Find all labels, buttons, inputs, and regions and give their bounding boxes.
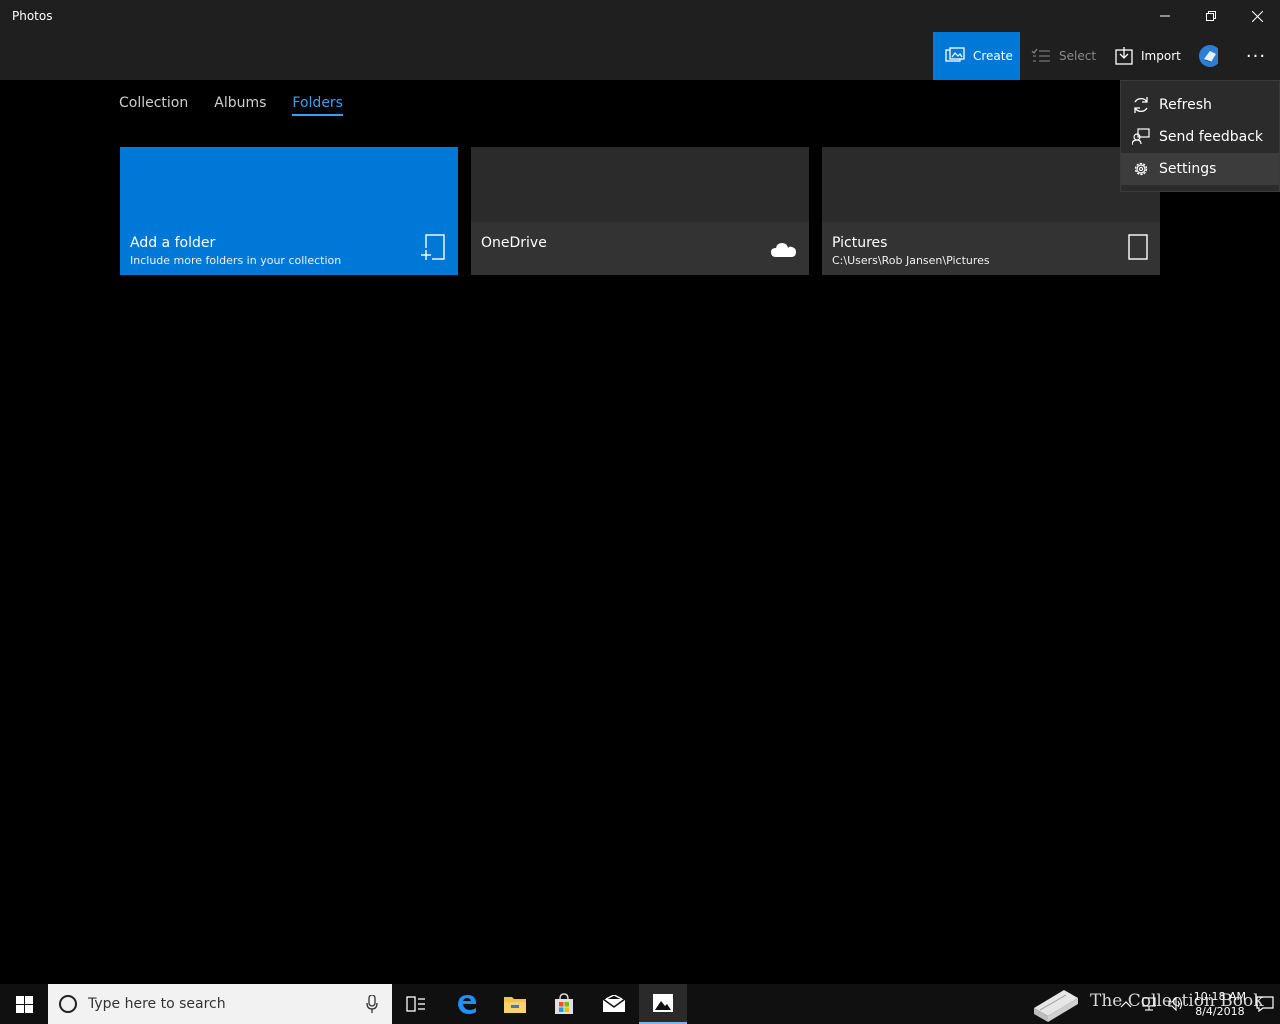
menu-item-refresh[interactable]: Refresh	[1121, 89, 1279, 121]
import-label: Import	[1141, 49, 1181, 63]
windows-logo-icon	[15, 995, 33, 1013]
more-icon: ···	[1245, 45, 1267, 67]
create-button[interactable]: Create	[933, 32, 1020, 80]
feedback-icon	[1132, 128, 1150, 146]
taskbar-clock[interactable]: 10:18 AM 8/4/2018	[1194, 989, 1246, 1019]
tab-folders[interactable]: Folders	[292, 95, 343, 116]
taskbar-file-explorer[interactable]	[491, 984, 539, 1024]
menu-item-label: Settings	[1159, 161, 1217, 177]
minimize-button[interactable]	[1142, 0, 1188, 32]
taskbar-photos[interactable]	[639, 984, 687, 1024]
select-list-icon	[1031, 48, 1050, 62]
network-icon[interactable]	[1142, 997, 1158, 1011]
menu-item-send-feedback[interactable]: Send feedback	[1121, 121, 1279, 153]
close-button[interactable]	[1234, 0, 1280, 32]
task-view-button[interactable]	[392, 984, 440, 1024]
tile-footer: Pictures C:\Users\Rob Jansen\Pictures	[822, 222, 1160, 275]
add-folder-icon	[420, 234, 445, 262]
import-button[interactable]: Import	[1115, 32, 1181, 80]
task-view-icon	[406, 996, 425, 1012]
start-button[interactable]	[0, 984, 48, 1024]
add-folder-tile[interactable]: Add a folder Include more folders in you…	[120, 147, 458, 275]
minimize-icon	[1160, 15, 1170, 17]
action-center-icon[interactable]	[1256, 996, 1274, 1012]
tile-subtitle: C:\Users\Rob Jansen\Pictures	[832, 254, 990, 267]
folder-tile-pictures[interactable]: Pictures C:\Users\Rob Jansen\Pictures	[822, 147, 1160, 275]
tile-footer: Add a folder Include more folders in you…	[120, 222, 458, 275]
create-label: Create	[973, 49, 1013, 63]
edge-icon	[458, 995, 476, 1014]
app-title: Photos	[12, 9, 53, 23]
cortana-icon	[59, 995, 77, 1013]
refresh-icon	[1134, 97, 1148, 113]
chevron-up-icon[interactable]	[1120, 999, 1132, 1009]
import-icon	[1115, 47, 1133, 65]
tile-title: OneDrive	[481, 235, 547, 251]
folder-icon	[1128, 234, 1148, 260]
volume-icon[interactable]	[1168, 997, 1184, 1011]
taskbar-search-box[interactable]: Type here to search	[48, 984, 392, 1024]
book-logo-icon	[1034, 990, 1078, 1022]
file-explorer-icon	[504, 997, 526, 1013]
mail-icon	[602, 995, 626, 1012]
account-avatar-icon	[1199, 45, 1218, 67]
cloud-icon	[771, 243, 796, 257]
tile-footer: OneDrive	[471, 222, 809, 275]
clock-date: 8/4/2018	[1195, 1005, 1245, 1018]
photos-icon	[653, 994, 673, 1012]
tile-title: Add a folder	[130, 235, 216, 251]
title-bar: Photos Create Select Import ···	[0, 0, 1280, 80]
taskbar-store[interactable]	[540, 984, 588, 1024]
taskbar-edge[interactable]	[443, 984, 491, 1024]
taskbar-mail[interactable]	[590, 984, 638, 1024]
create-icon	[945, 47, 965, 62]
search-placeholder: Type here to search	[88, 996, 226, 1012]
tile-title: Pictures	[832, 235, 888, 251]
folder-tile-onedrive[interactable]: OneDrive	[471, 147, 809, 275]
restore-icon	[1206, 11, 1216, 21]
select-button[interactable]: Select	[1031, 32, 1096, 80]
close-icon	[1251, 10, 1263, 22]
tab-albums[interactable]: Albums	[214, 95, 266, 116]
store-bag-icon	[555, 993, 573, 1014]
menu-item-settings[interactable]: Settings	[1121, 153, 1279, 185]
tab-collection[interactable]: Collection	[119, 95, 188, 116]
gear-icon	[1134, 162, 1148, 176]
system-tray: 10:18 AM 8/4/2018	[1120, 984, 1274, 1024]
view-tabs: Collection Albums Folders	[119, 95, 343, 116]
tile-subtitle: Include more folders in your collection	[130, 254, 342, 267]
clock-time: 10:18 AM	[1193, 990, 1246, 1003]
taskbar: Type here to search The Collection Book …	[0, 984, 1280, 1024]
select-label: Select	[1059, 49, 1097, 63]
microphone-icon[interactable]	[366, 995, 378, 1013]
see-more-button[interactable]: ···	[1240, 32, 1272, 80]
menu-item-label: Send feedback	[1159, 129, 1264, 145]
more-options-menu: Refresh Send feedback Settings	[1120, 80, 1280, 192]
account-button[interactable]	[1198, 32, 1226, 80]
restore-button[interactable]	[1188, 0, 1234, 32]
menu-item-label: Refresh	[1159, 97, 1212, 113]
